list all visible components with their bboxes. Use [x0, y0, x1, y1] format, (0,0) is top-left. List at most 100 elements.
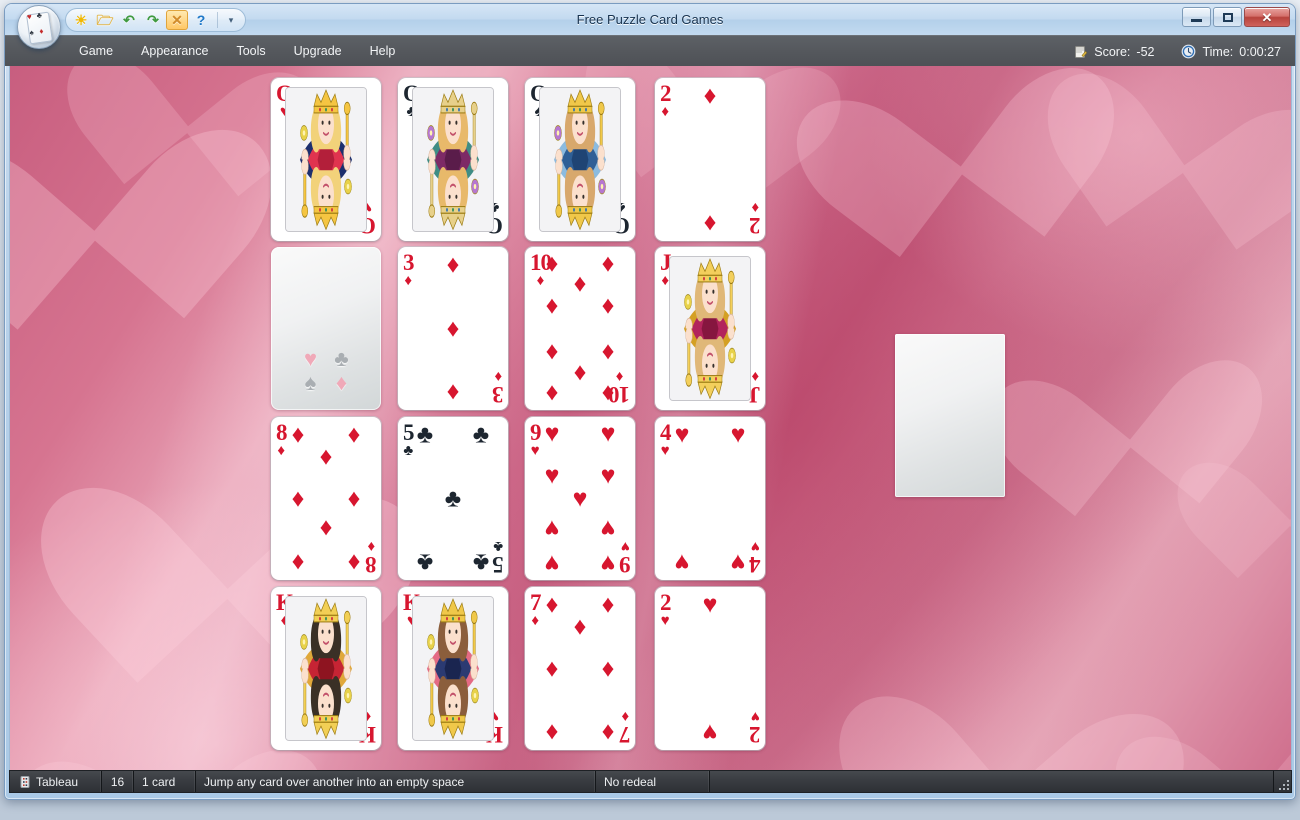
card-pip: ♥	[702, 590, 718, 619]
menu-item-game[interactable]: Game	[65, 36, 127, 67]
card-corner-br: 8 ♦	[366, 538, 377, 577]
status-redeal: No redeal	[596, 771, 710, 792]
card-suit-icon: ♣	[403, 442, 414, 459]
card-jack-of-diamonds[interactable]: J♦J♦ ♦	[655, 247, 765, 410]
face-art-body: ♥	[286, 159, 366, 231]
menu-item-help[interactable]: Help	[356, 36, 410, 67]
card-3-of-diamonds[interactable]: 3 ♦ 3 ♦ ♦ ♦ ♦	[398, 247, 508, 410]
status-rule: Jump any card over another into an empty…	[196, 771, 596, 792]
menu-bar: Game Appearance Tools Upgrade Help Score…	[5, 35, 1295, 66]
game-board[interactable]: Q♥Q♥ ♥	[9, 66, 1292, 772]
card-queen-of-spades[interactable]: Q♠Q♠ ♠	[525, 78, 635, 241]
menu-item-tools[interactable]: Tools	[222, 36, 279, 67]
card-5-of-clubs[interactable]: 5 ♣ 5 ♣ ♣ ♣ ♣ ♣ ♣	[398, 417, 508, 580]
card-8-of-diamonds[interactable]: 8 ♦ 8 ♦ ♦ ♦ ♦ ♦ ♦ ♦ ♦ ♦	[271, 417, 381, 580]
new-game-icon: ☀	[74, 12, 88, 28]
card-pip-layout: ♦ ♦	[675, 81, 745, 237]
face-art-bottom-half: ♥	[413, 668, 493, 740]
card-9-of-hearts[interactable]: 9 ♥ 9 ♥ ♥ ♥ ♥ ♥ ♥ ♥ ♥ ♥ ♥	[525, 417, 635, 580]
card-suit-icon: ♥	[750, 538, 760, 555]
background-heart-icon	[1084, 66, 1291, 221]
card-queen-of-hearts[interactable]: Q♥Q♥ ♥	[271, 78, 381, 241]
undo-icon: ↶	[123, 12, 135, 28]
card-suit-icon: ♦	[536, 272, 545, 289]
card-pip-layout: ♦ ♦ ♦ ♦ ♦ ♦ ♦ ♦ ♦ ♦	[545, 251, 615, 408]
card-pip: ♦	[319, 442, 333, 471]
face-art-body: ♥	[413, 597, 493, 669]
empty-tableau-slot[interactable]: ♥ ♣ ♠ ♦	[271, 247, 381, 410]
card-pip: ♥	[600, 549, 616, 578]
toolbar-overflow-chevron-down-icon[interactable]: ▾	[223, 10, 239, 30]
card-suit-icon: ♦	[750, 368, 759, 385]
card-suit-icon: ♦	[661, 103, 670, 120]
card-pip: ♦	[573, 612, 587, 641]
card-pip: ♦	[545, 291, 559, 320]
heart-shape	[1027, 299, 1224, 487]
card-10-of-diamonds[interactable]: 10 ♦ 10 ♦ ♦ ♦ ♦ ♦ ♦ ♦ ♦ ♦ ♦ ♦	[525, 247, 635, 410]
card-king-of-diamonds[interactable]: K♦K♦ ♦	[271, 587, 381, 750]
card-face-illustration: ♣ ♣	[412, 87, 494, 232]
maximize-icon	[1222, 12, 1233, 22]
redo-button[interactable]: ↷	[142, 10, 164, 30]
card-pip: ♥	[544, 419, 560, 448]
card-pip: ♥	[600, 461, 616, 490]
status-rule-text: Jump any card over another into an empty…	[204, 774, 465, 789]
card-pip: ♥	[572, 484, 588, 512]
card-suit-icon: ♦	[531, 612, 540, 629]
status-spacer	[710, 771, 1273, 792]
card-rank: 4	[749, 552, 761, 577]
resize-grip[interactable]	[1273, 771, 1291, 792]
background-heart-icon	[1153, 658, 1291, 772]
card-pip: ♣	[472, 548, 490, 577]
card-pip: ♦	[601, 590, 615, 619]
card-pip-layout: ♦ ♦ ♦ ♦ ♦ ♦ ♦	[545, 590, 615, 746]
face-art-body: ♦	[286, 597, 366, 669]
card-pip: ♥	[600, 514, 616, 543]
score-value: -52	[1136, 44, 1155, 59]
card-pip: ♦	[319, 514, 333, 543]
card-corner-tl: 3 ♦	[403, 251, 414, 288]
minimize-icon	[1191, 18, 1202, 22]
card-7-of-diamonds[interactable]: 7 ♦ 7 ♦ ♦ ♦ ♦ ♦ ♦ ♦ ♦	[525, 587, 635, 750]
quick-access-toolbar[interactable]: ☀ 🗁 ↶ ↷ ✕? ▾	[65, 8, 246, 32]
card-face-illustration: ♦ ♦	[285, 596, 367, 741]
help-button[interactable]: ?	[190, 10, 212, 30]
card-queen-of-clubs[interactable]: Q♣Q♣ ♣	[398, 78, 508, 241]
card-4-of-hearts[interactable]: 4 ♥ 4 ♥ ♥ ♥ ♥ ♥	[655, 417, 765, 580]
new-game-button[interactable]: ☀	[70, 10, 92, 30]
card-pip: ♦	[573, 269, 587, 298]
card-pip-layout: ♥ ♥ ♥ ♥ ♥ ♥ ♥ ♥ ♥	[545, 421, 616, 578]
card-pip: ♦	[545, 654, 559, 682]
card-corner-tl: 5 ♣	[403, 421, 414, 458]
card-suit-icon: ♥	[750, 708, 760, 725]
card-pip: ♦	[703, 81, 717, 110]
face-art-top-half: ♣	[413, 88, 493, 160]
card-corner-br: 2 ♥	[749, 708, 761, 747]
card-suit-icon: ♥	[660, 612, 670, 629]
app-logo-orb[interactable]: ♥ ♣ ♠ ♦	[17, 5, 61, 49]
card-2-of-hearts[interactable]: 2 ♥ 2 ♥ ♥ ♥	[655, 587, 765, 750]
maximize-button[interactable]	[1213, 7, 1242, 27]
face-art-top-half: ♦	[286, 597, 366, 669]
card-rank: 2	[749, 722, 761, 747]
hint-icon: ✕	[171, 12, 183, 28]
undo-button[interactable]: ↶	[118, 10, 140, 30]
empty-foundation-slot[interactable]	[895, 334, 1005, 497]
face-art-body: ♣	[413, 88, 493, 160]
open-folder-button[interactable]: 🗁	[94, 10, 116, 30]
title-bar[interactable]: Free Puzzle Card Games ♥ ♣ ♠ ♦ ☀ 🗁 ↶ ↷ ✕? ▾ ✕	[5, 4, 1295, 49]
card-suit-icon: ♦	[404, 272, 413, 289]
card-king-of-hearts[interactable]: K♥K♥ ♥	[398, 587, 508, 750]
card-rank: 7	[530, 590, 541, 615]
hint-button[interactable]: ✕	[166, 10, 188, 30]
card-corner-br: 3 ♦	[493, 368, 504, 407]
card-face-illustration: ♥ ♥	[412, 596, 494, 741]
heart-shape	[1215, 411, 1291, 551]
menu-item-appearance[interactable]: Appearance	[127, 36, 222, 67]
close-button[interactable]: ✕	[1244, 7, 1290, 27]
minimize-button[interactable]	[1182, 7, 1211, 27]
background-heart-icon	[1027, 299, 1224, 487]
card-rank: 5	[492, 552, 504, 577]
menu-item-upgrade[interactable]: Upgrade	[280, 36, 356, 67]
card-2-of-diamonds[interactable]: 2 ♦ 2 ♦ ♦ ♦	[655, 78, 765, 241]
